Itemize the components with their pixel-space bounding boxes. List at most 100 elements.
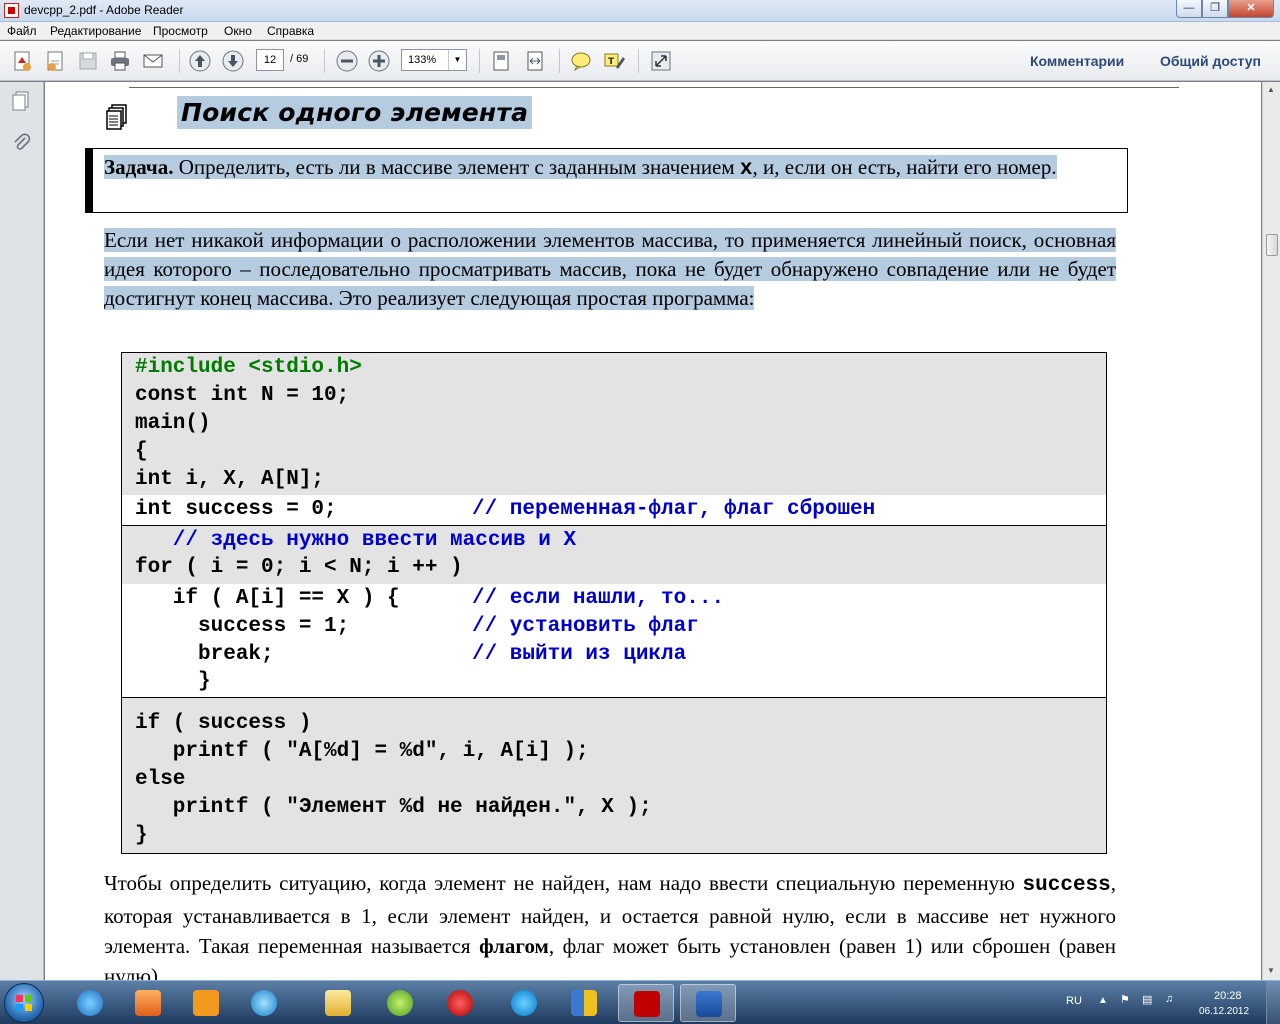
code-comment: // выйти из цикла bbox=[472, 643, 687, 666]
email-icon[interactable] bbox=[141, 49, 165, 73]
pages-panel-icon[interactable] bbox=[10, 90, 32, 112]
opera-icon[interactable] bbox=[432, 984, 488, 1022]
code-line: int success = 0; bbox=[135, 498, 337, 521]
navigation-pane bbox=[0, 82, 44, 980]
code-line: if ( success ) bbox=[135, 712, 312, 735]
odnoklassniki-icon[interactable] bbox=[178, 984, 234, 1022]
menu-file[interactable]: Файл bbox=[7, 24, 37, 38]
code-comment: // если нашли, то... bbox=[472, 587, 725, 610]
share-button[interactable]: Общий доступ bbox=[1160, 53, 1261, 69]
taskbar: RU ▲ ⚑ ▤ ♫ 20:28 06.12.2012 bbox=[0, 980, 1280, 1024]
svg-text:T: T bbox=[608, 57, 615, 67]
code-line: { bbox=[135, 440, 148, 463]
fit-width-icon[interactable] bbox=[523, 49, 547, 73]
attachments-panel-icon[interactable] bbox=[10, 132, 32, 154]
task-text-1: Определить, есть ли в массиве элемент с … bbox=[173, 155, 740, 179]
explorer-icon[interactable] bbox=[310, 984, 366, 1022]
tray-arrow-icon[interactable]: ▲ bbox=[1098, 995, 1108, 1006]
code-line: } bbox=[135, 824, 148, 847]
menu-bar: Файл Редактирование Просмотр Окно Справк… bbox=[0, 22, 1280, 40]
clock-time[interactable]: 20:28 bbox=[1214, 990, 1242, 1002]
code-line: } bbox=[135, 670, 211, 693]
adobe-reader-icon bbox=[4, 3, 19, 18]
highlight-icon[interactable]: T bbox=[602, 49, 626, 73]
code-line: break; bbox=[135, 643, 274, 666]
chevron-down-icon[interactable]: ▼ bbox=[448, 50, 466, 70]
scroll-up-icon[interactable]: ▲ bbox=[1267, 85, 1275, 94]
code-comment: // переменная-флаг, флаг сброшен bbox=[472, 498, 876, 521]
document-viewport[interactable]: Поиск одного элемента Задача. Определить… bbox=[44, 82, 1262, 980]
zoom-out-icon[interactable] bbox=[335, 49, 359, 73]
divider bbox=[129, 84, 1179, 88]
close-button[interactable]: ✕ bbox=[1228, 0, 1274, 18]
vertical-scrollbar[interactable]: ▲ ▼ bbox=[1262, 82, 1280, 980]
code-line: #include <stdio.h> bbox=[135, 356, 362, 379]
window-title: devcpp_2.pdf - Adobe Reader bbox=[24, 3, 184, 17]
fit-page-icon[interactable] bbox=[489, 49, 513, 73]
menu-view[interactable]: Просмотр bbox=[153, 24, 208, 38]
code-line: int i, X, A[N]; bbox=[135, 468, 325, 491]
word-icon[interactable] bbox=[680, 984, 736, 1022]
paragraph-intro-text: Если нет никакой информации о расположен… bbox=[104, 228, 1116, 310]
code-comment: // установить флаг bbox=[472, 615, 699, 638]
paragraph-flag-bold: флагом bbox=[479, 934, 549, 958]
zoom-value: 133% bbox=[408, 54, 437, 66]
adobe-reader-taskbar-icon[interactable] bbox=[618, 984, 674, 1022]
code-line: if ( A[i] == X ) { bbox=[135, 587, 400, 610]
code-listing: #include <stdio.h> const int N = 10; mai… bbox=[121, 352, 1107, 854]
code-line: printf ( "A[%d] = %d", i, A[i] ); bbox=[135, 740, 589, 763]
save-icon[interactable] bbox=[76, 49, 100, 73]
expand-icon[interactable] bbox=[649, 49, 673, 73]
code-comment: // здесь нужно ввести массив и X bbox=[135, 529, 577, 552]
skype-icon[interactable] bbox=[496, 984, 552, 1022]
minimize-button[interactable]: — bbox=[1176, 0, 1202, 18]
task-variable: x bbox=[739, 158, 753, 181]
document-stack-icon bbox=[106, 104, 128, 130]
paragraph-flag: Чтобы определить ситуацию, когда элемент… bbox=[104, 868, 1116, 980]
menu-help[interactable]: Справка bbox=[267, 24, 314, 38]
edit-document-icon[interactable] bbox=[43, 49, 67, 73]
language-indicator[interactable]: RU bbox=[1066, 995, 1082, 1007]
code-line: const int N = 10; bbox=[135, 384, 350, 407]
print-icon[interactable] bbox=[108, 49, 132, 73]
zoom-in-icon[interactable] bbox=[367, 49, 391, 73]
paragraph-intro: Если нет никакой информации о расположен… bbox=[104, 226, 1116, 313]
media-player-icon[interactable] bbox=[120, 984, 176, 1022]
task-text-2: , и, если он есть, найти его номер. bbox=[752, 155, 1057, 179]
menu-window[interactable]: Окно bbox=[224, 24, 252, 38]
code-line: main() bbox=[135, 412, 211, 435]
comment-icon[interactable] bbox=[569, 49, 593, 73]
paragraph-flag-a: Чтобы определить ситуацию, когда элемент… bbox=[104, 871, 1023, 895]
zoom-select[interactable]: 133% ▼ bbox=[401, 49, 467, 71]
code-line: else bbox=[135, 768, 186, 791]
page-number-input[interactable]: 12 bbox=[256, 49, 284, 71]
task-text: Задача. Определить, есть ли в массиве эл… bbox=[104, 152, 1116, 185]
pdf-page: Поиск одного элемента Задача. Определить… bbox=[45, 82, 1261, 980]
section-title: Поиск одного элемента bbox=[177, 96, 533, 129]
code-line: success = 1; bbox=[135, 615, 350, 638]
paragraph-flag-code: success bbox=[1022, 874, 1111, 897]
page-total: / 69 bbox=[290, 53, 309, 65]
app-green-icon[interactable] bbox=[372, 984, 428, 1022]
action-center-icon[interactable]: ⚑ bbox=[1120, 993, 1130, 1006]
network-icon[interactable]: ▤ bbox=[1142, 993, 1152, 1006]
task-label: Задача. bbox=[104, 155, 174, 179]
show-desktop-button[interactable] bbox=[1266, 981, 1280, 1024]
mail-agent-icon[interactable] bbox=[236, 984, 292, 1022]
create-pdf-icon[interactable] bbox=[10, 49, 34, 73]
scroll-thumb[interactable] bbox=[1266, 234, 1278, 256]
next-page-icon[interactable] bbox=[221, 49, 245, 73]
security-shield-icon[interactable] bbox=[556, 984, 612, 1022]
volume-icon[interactable]: ♫ bbox=[1165, 993, 1173, 1005]
scroll-down-icon[interactable]: ▼ bbox=[1267, 966, 1275, 975]
code-line: for ( i = 0; i < N; i ++ ) bbox=[135, 556, 463, 579]
maximize-button[interactable]: ❐ bbox=[1202, 0, 1228, 18]
title-bar: devcpp_2.pdf - Adobe Reader — ❐ ✕ bbox=[0, 0, 1280, 22]
menu-edit[interactable]: Редактирование bbox=[50, 24, 141, 38]
internet-explorer-icon[interactable] bbox=[62, 984, 118, 1022]
start-button[interactable] bbox=[4, 983, 44, 1023]
comments-button[interactable]: Комментарии bbox=[1030, 53, 1124, 69]
clock-date[interactable]: 06.12.2012 bbox=[1199, 1006, 1249, 1017]
code-line: printf ( "Элемент %d не найден.", X ); bbox=[135, 796, 652, 819]
previous-page-icon[interactable] bbox=[188, 49, 212, 73]
